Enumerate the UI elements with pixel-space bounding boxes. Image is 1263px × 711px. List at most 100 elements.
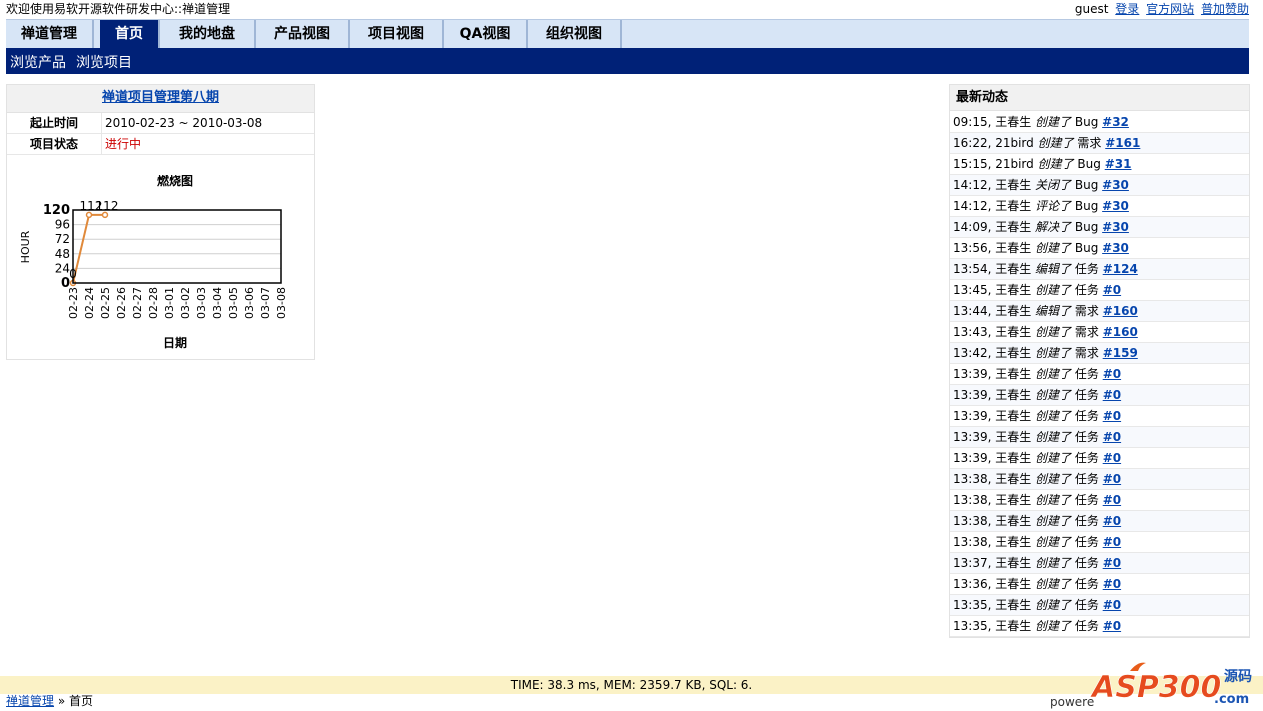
activity-link[interactable]: #0 xyxy=(1103,388,1121,402)
activity-link[interactable]: #30 xyxy=(1102,178,1129,192)
username: guest xyxy=(1074,2,1109,16)
activity-link[interactable]: #0 xyxy=(1103,367,1121,381)
project-title-bar: 禅道项目管理第八期 xyxy=(7,85,314,113)
activity-time-user: 13:38, 王春生 xyxy=(953,472,1036,486)
browse-products-link[interactable]: 浏览产品 xyxy=(10,52,66,72)
login-link[interactable]: 登录 xyxy=(1115,2,1139,16)
activity-action: 创建了 xyxy=(1037,136,1074,150)
activity-type: 任务 xyxy=(1071,493,1103,507)
activity-type: 需求 xyxy=(1071,304,1103,318)
activity-link[interactable]: #161 xyxy=(1105,136,1140,150)
activity-time-user: 13:35, 王春生 xyxy=(953,598,1036,612)
data-point xyxy=(101,211,109,219)
status-label: 项目状态 xyxy=(7,134,102,154)
tab-my-space[interactable]: 我的地盘 xyxy=(160,20,256,48)
official-site-link[interactable]: 官方网站 xyxy=(1146,2,1194,16)
chart-x-ticks: 02-23 02-24 02-25 02-26 02-27 02-28 03-01 03-02… xyxy=(67,287,288,319)
activity-link[interactable]: #30 xyxy=(1102,220,1129,234)
activity-link[interactable]: #30 xyxy=(1102,199,1129,213)
activity-time-user: 13:39, 王春生 xyxy=(953,367,1036,381)
activity-item: 15:15, 21bird 创建了 Bug #31 xyxy=(950,154,1249,175)
plot-frame xyxy=(72,209,282,284)
tab-home[interactable]: 首页 xyxy=(100,20,160,48)
activity-link[interactable]: #0 xyxy=(1103,493,1121,507)
activity-link[interactable]: #0 xyxy=(1103,430,1121,444)
activity-item: 13:37, 王春生 创建了 任务 #0 xyxy=(950,553,1249,574)
chart-title: 燃烧图 xyxy=(157,175,193,188)
x-tick-label: 03-08 xyxy=(275,287,288,319)
powered-text: powere xyxy=(1050,695,1095,709)
activity-link[interactable]: #0 xyxy=(1103,577,1121,591)
activity-time-user: 13:39, 王春生 xyxy=(953,409,1036,423)
activity-time-user: 13:38, 王春生 xyxy=(953,493,1036,507)
activity-link[interactable]: #0 xyxy=(1103,283,1121,297)
breadcrumb-separator: » xyxy=(57,694,66,708)
activity-action: 创建了 xyxy=(1035,241,1072,255)
sponsor-link[interactable]: 普加赞助 xyxy=(1201,2,1249,16)
activity-item: 14:12, 王春生 评论了 Bug #30 xyxy=(950,196,1249,217)
activity-type: 任务 xyxy=(1071,514,1103,528)
activity-action: 创建了 xyxy=(1035,430,1072,444)
activity-link[interactable]: #0 xyxy=(1103,514,1121,528)
activity-item: 14:12, 王春生 关闭了 Bug #30 xyxy=(950,175,1249,196)
activity-type: Bug xyxy=(1071,241,1103,255)
x-tick-label: 03-05 xyxy=(227,287,240,319)
activity-type: 任务 xyxy=(1071,262,1103,276)
activity-action: 创建了 xyxy=(1035,472,1072,486)
tab-project-view[interactable]: 项目视图 xyxy=(350,20,444,48)
activity-type: 任务 xyxy=(1071,619,1103,633)
activity-link[interactable]: #0 xyxy=(1103,619,1121,633)
activity-type: 任务 xyxy=(1071,388,1103,402)
y-tick-label: 72 xyxy=(55,232,70,246)
activity-link[interactable]: #160 xyxy=(1103,325,1138,339)
x-tick-label: 03-04 xyxy=(211,287,224,319)
activity-link[interactable]: #0 xyxy=(1103,535,1121,549)
activity-action: 创建了 xyxy=(1035,535,1072,549)
activity-link[interactable]: #124 xyxy=(1103,262,1138,276)
activity-action: 解决了 xyxy=(1035,220,1072,234)
activity-link[interactable]: #31 xyxy=(1105,157,1132,171)
activity-link[interactable]: #0 xyxy=(1103,472,1121,486)
tab-org-view[interactable]: 组织视图 xyxy=(528,20,622,48)
activity-item: 13:39, 王春生 创建了 任务 #0 xyxy=(950,427,1249,448)
activity-type: 需求 xyxy=(1071,325,1103,339)
activity-time-user: 13:38, 王春生 xyxy=(953,514,1036,528)
activity-time-user: 14:12, 王春生 xyxy=(953,199,1036,213)
activity-link[interactable]: #159 xyxy=(1103,346,1138,360)
data-point xyxy=(85,211,93,219)
activity-type: Bug xyxy=(1071,115,1103,129)
activity-link[interactable]: #32 xyxy=(1102,115,1129,129)
breadcrumb-home-link[interactable]: 禅道管理 xyxy=(6,694,54,708)
x-tick-label: 02-28 xyxy=(147,287,160,319)
activity-item: 13:56, 王春生 创建了 Bug #30 xyxy=(950,238,1249,259)
activity-type: 任务 xyxy=(1071,283,1103,297)
tab-zentao-admin[interactable]: 禅道管理 xyxy=(6,20,94,48)
activity-action: 编辑了 xyxy=(1035,304,1072,318)
activity-action: 评论了 xyxy=(1035,199,1072,213)
activity-link[interactable]: #0 xyxy=(1103,556,1121,570)
tab-product-view[interactable]: 产品视图 xyxy=(256,20,350,48)
activity-link[interactable]: #30 xyxy=(1102,241,1129,255)
activity-type: 任务 xyxy=(1071,598,1103,612)
activity-item: 13:39, 王春生 创建了 任务 #0 xyxy=(950,385,1249,406)
browse-projects-link[interactable]: 浏览项目 xyxy=(76,52,132,72)
activity-link[interactable]: #0 xyxy=(1103,409,1121,423)
activity-time-user: 14:12, 王春生 xyxy=(953,178,1036,192)
logo-domain-text: .com xyxy=(1214,692,1249,707)
activity-time-user: 13:35, 王春生 xyxy=(953,619,1036,633)
activity-item: 13:38, 王春生 创建了 任务 #0 xyxy=(950,490,1249,511)
activity-link[interactable]: #0 xyxy=(1103,598,1121,612)
activity-link[interactable]: #160 xyxy=(1103,304,1138,318)
activity-item: 13:44, 王春生 编辑了 需求 #160 xyxy=(950,301,1249,322)
logo-side-text: 源码 xyxy=(1224,668,1252,685)
project-panel: 禅道项目管理第八期 起止时间 2010-02-23 ~ 2010-03-08 项… xyxy=(6,84,315,360)
tab-qa-view[interactable]: QA视图 xyxy=(444,20,528,48)
activity-action: 创建了 xyxy=(1035,514,1072,528)
activity-action: 创建了 xyxy=(1037,157,1074,171)
project-name-link[interactable]: 禅道项目管理第八期 xyxy=(102,90,219,105)
activity-time-user: 13:43, 王春生 xyxy=(953,325,1036,339)
activity-item: 14:09, 王春生 解决了 Bug #30 xyxy=(950,217,1249,238)
activity-link[interactable]: #0 xyxy=(1103,451,1121,465)
activity-action: 创建了 xyxy=(1035,556,1072,570)
user-box: guest 登录 官方网站 普加赞助 xyxy=(1072,0,1249,17)
